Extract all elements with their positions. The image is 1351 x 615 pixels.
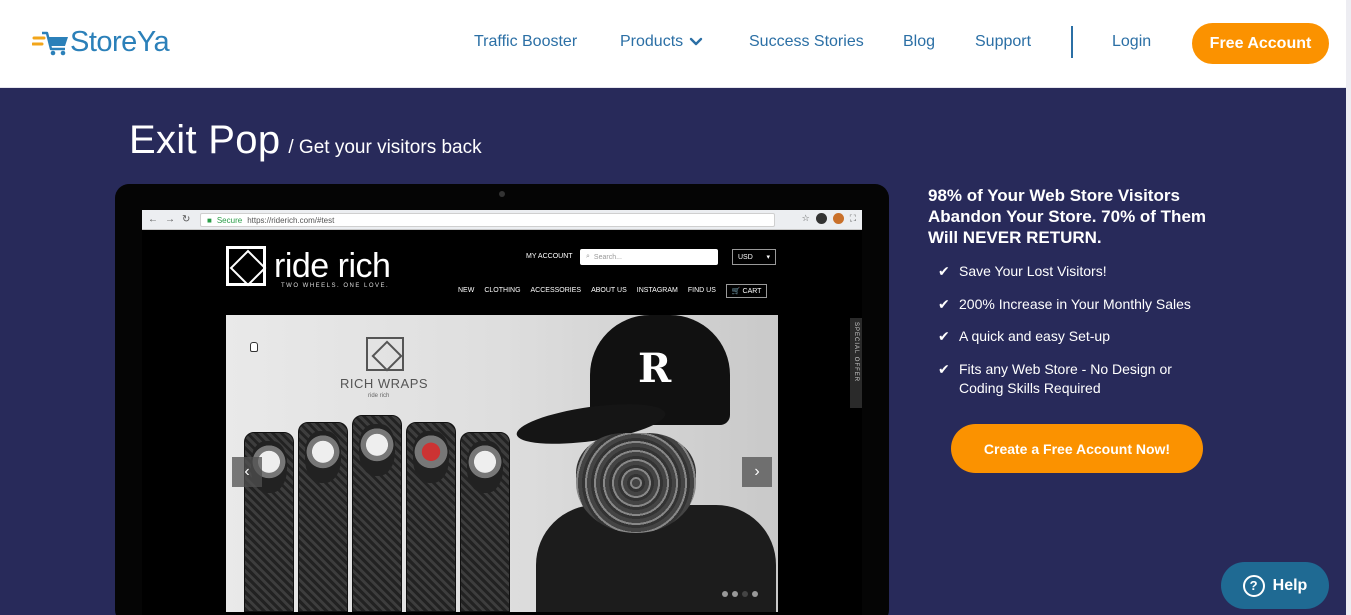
mock-nav-item: ABOUT US: [591, 287, 627, 294]
back-icon: ←: [148, 214, 158, 225]
extension-icon: [815, 213, 827, 224]
slider-dot: [722, 591, 728, 597]
ride-rich-tagline: TWO WHEELS. ONE LOVE.: [281, 283, 390, 289]
feature-item: ✔ A quick and easy Set-up: [938, 327, 1198, 346]
help-label: Help: [1272, 576, 1308, 594]
skull-print: [413, 431, 449, 483]
mock-nav-item: INSTAGRAM: [636, 287, 678, 294]
neck-wrap: [352, 415, 402, 612]
slide-title: RICH WRAPS: [340, 376, 429, 391]
login-link[interactable]: Login: [1112, 30, 1151, 54]
nav-support[interactable]: Support: [975, 30, 1031, 54]
slider-dot: [732, 591, 738, 597]
browser-extensions: ☆ ⛶: [802, 213, 856, 224]
fullscreen-icon: ⛶: [849, 213, 856, 223]
slide-subtitle: ride rich: [368, 393, 390, 399]
hero-title-row: Exit Pop / Get your visitors back: [129, 118, 482, 163]
url-text: https://riderich.com/#test: [247, 215, 335, 225]
search-icon: ⌕: [586, 253, 590, 260]
forward-icon: →: [165, 214, 175, 225]
cart-logo-icon: [32, 31, 68, 56]
nav-traffic-booster[interactable]: Traffic Booster: [474, 30, 577, 54]
neck-wrap: [406, 422, 456, 612]
skull-print: [467, 441, 503, 493]
mock-site-header: ride rich TWO WHEELS. ONE LOVE. MY ACCOU…: [142, 230, 862, 315]
feature-text: Fits any Web Store - No Design or Coding…: [959, 361, 1172, 396]
feature-text: 200% Increase in Your Monthly Sales: [959, 296, 1191, 312]
mock-nav-item: CLOTHING: [484, 287, 521, 294]
slider-dot: [742, 591, 748, 597]
checkmark-icon: ✔: [938, 263, 950, 279]
star-icon: ☆: [801, 213, 810, 223]
model-photo: R: [514, 315, 778, 612]
laptop-mockup: ← → ↻ ■ Secure https://riderich.com/#tes…: [115, 184, 889, 615]
chevron-down-icon: [689, 37, 703, 46]
ride-rich-mark-icon: [226, 246, 266, 286]
model-face-wrap: [576, 433, 696, 533]
nav-divider: [1071, 26, 1073, 58]
slider-dots: [722, 591, 758, 597]
camera-dot: [499, 191, 505, 197]
page-title: Exit Pop: [129, 118, 281, 162]
address-bar: ■ Secure https://riderich.com/#test: [200, 213, 775, 227]
mock-my-account: MY ACCOUNT: [526, 253, 573, 260]
reload-icon: ↻: [182, 214, 191, 225]
browser-nav-buttons: ← → ↻: [148, 214, 190, 225]
mock-currency-select: USD ▾: [732, 249, 776, 265]
ride-rich-logo: ride rich: [226, 246, 391, 286]
ride-rich-name: ride rich: [274, 247, 391, 285]
feature-item: ✔ Fits any Web Store - No Design or Codi…: [938, 360, 1198, 398]
browser-screenshot: ← → ↻ ■ Secure https://riderich.com/#tes…: [142, 210, 862, 615]
question-icon: ?: [1242, 574, 1265, 597]
mock-nav-item: ACCESSORIES: [530, 287, 582, 294]
checkmark-icon: ✔: [938, 296, 950, 312]
mock-currency-value: USD: [738, 253, 753, 261]
create-free-account-button[interactable]: Create a Free Account Now!: [951, 424, 1203, 473]
secure-label: Secure: [216, 215, 243, 225]
mock-site-nav: NEW CLOTHING ACCESSORIES ABOUT US INSTAG…: [458, 284, 768, 298]
feature-text: A quick and easy Set-up: [959, 328, 1110, 344]
site-header: StoreYa Traffic Booster Products Success…: [0, 0, 1351, 88]
skull-print: [305, 431, 341, 483]
neck-wrap: [298, 422, 348, 612]
checkmark-icon: ✔: [938, 328, 950, 344]
neck-wraps-image: [244, 415, 518, 612]
browser-chrome: ← → ↻ ■ Secure https://riderich.com/#tes…: [142, 210, 862, 230]
slider-next-icon: ›: [742, 457, 772, 487]
special-offer-tab: SPECIAL OFFER: [850, 318, 862, 408]
nav-blog[interactable]: Blog: [903, 30, 935, 54]
mock-hero-slider: RICH WRAPS ride rich R ‹ ›: [226, 315, 778, 612]
mock-nav-item: FIND US: [687, 287, 716, 294]
nav-success-stories[interactable]: Success Stories: [749, 30, 864, 54]
mock-search-field: ⌕ Search...: [580, 249, 718, 265]
checkmark-icon: ✔: [938, 361, 950, 377]
nav-products[interactable]: Products: [620, 30, 703, 54]
mock-cart-label: CART: [742, 288, 762, 295]
lock-icon: ■: [207, 215, 212, 225]
mock-cart-button: 🛒 CART: [725, 284, 768, 298]
rich-wraps-logo-icon: [366, 337, 404, 371]
nav-products-label: Products: [620, 33, 684, 50]
mock-search-placeholder: Search...: [593, 253, 622, 261]
help-button[interactable]: ? Help: [1221, 562, 1329, 609]
feature-item: ✔ Save Your Lost Visitors!: [938, 262, 1198, 281]
storeya-logo[interactable]: StoreYa: [32, 22, 170, 62]
chevron-down-icon: ▾: [766, 254, 770, 261]
free-account-button[interactable]: Free Account: [1192, 23, 1329, 64]
pitch-headline: 98% of Your Web Store Visitors Abandon Y…: [928, 186, 1207, 247]
page-scrollbar[interactable]: [1346, 0, 1351, 615]
mock-nav-item: NEW: [458, 287, 475, 294]
cap-logo-icon: R: [638, 345, 672, 392]
slider-prev-icon: ‹: [232, 457, 262, 487]
feature-text: Save Your Lost Visitors!: [959, 263, 1107, 279]
hand-cursor-icon: [250, 342, 258, 352]
extension-icon: [832, 213, 844, 224]
feature-item: ✔ 200% Increase in Your Monthly Sales: [938, 295, 1198, 314]
brand-name: StoreYa: [70, 25, 170, 58]
neck-wrap: [460, 432, 510, 612]
slider-dot: [752, 591, 758, 597]
skull-print: [359, 424, 395, 476]
page-subtitle: / Get your visitors back: [288, 137, 482, 158]
